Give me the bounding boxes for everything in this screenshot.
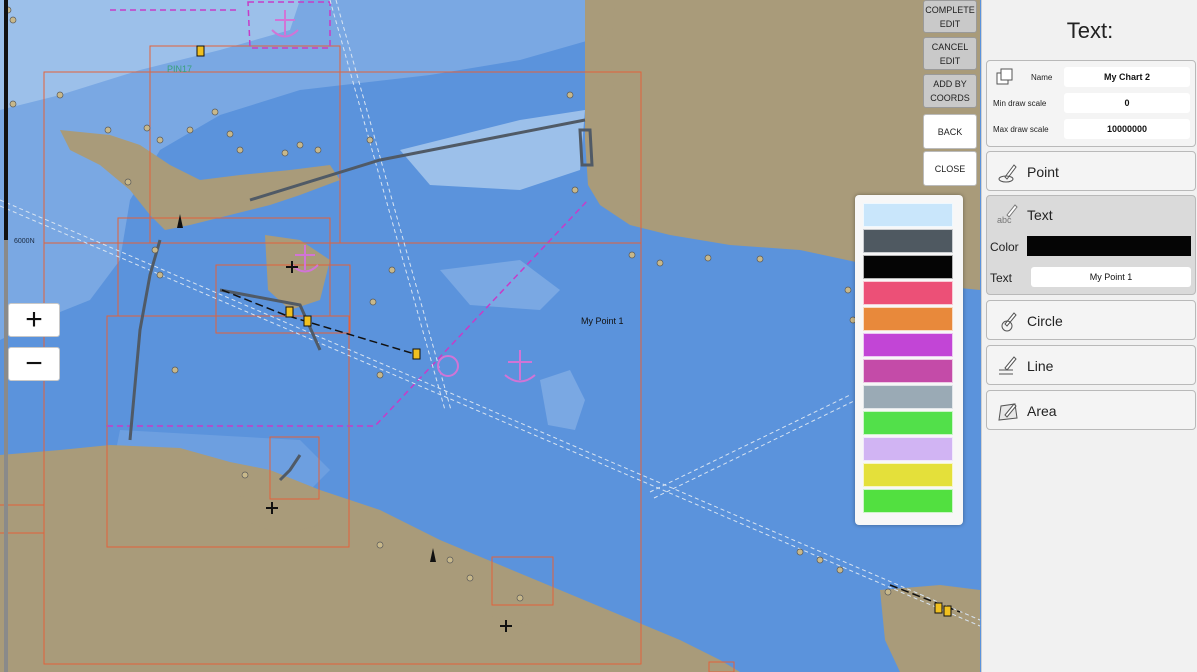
tool-area[interactable]: Area bbox=[986, 390, 1196, 430]
chart-properties-box: Name My Chart 2 Min draw scale 0 Max dra… bbox=[986, 60, 1196, 147]
point-pencil-icon bbox=[998, 164, 1017, 183]
color-swatch[interactable] bbox=[863, 307, 953, 331]
color-palette bbox=[855, 195, 963, 525]
chart-edge-bar bbox=[4, 0, 8, 240]
zoom-out-button[interactable]: − bbox=[8, 347, 60, 381]
map-annotation-text[interactable]: My Point 1 bbox=[581, 316, 624, 326]
color-swatch[interactable] bbox=[863, 385, 953, 409]
tool-point[interactable]: Point bbox=[986, 151, 1196, 191]
color-swatch[interactable] bbox=[863, 255, 953, 279]
color-swatch[interactable] bbox=[863, 437, 953, 461]
close-button[interactable]: CLOSE bbox=[923, 151, 977, 186]
svg-text:abc: abc bbox=[997, 215, 1012, 225]
zoom-in-button[interactable]: + bbox=[8, 303, 60, 337]
drawing-panel: Text: Name My Chart 2 Min draw scale 0 M… bbox=[981, 0, 1197, 672]
back-button[interactable]: BACK bbox=[923, 114, 977, 149]
line-pencil-icon bbox=[999, 356, 1017, 375]
circle-pencil-icon bbox=[1001, 312, 1017, 332]
area-pencil-icon bbox=[998, 403, 1018, 421]
max-scale-field[interactable]: 10000000 bbox=[1064, 119, 1190, 139]
tool-text-label: Text bbox=[1027, 207, 1053, 223]
pin-label: PIN17 bbox=[167, 64, 192, 74]
name-field[interactable]: My Chart 2 bbox=[1064, 67, 1190, 87]
min-scale-field[interactable]: 0 bbox=[1064, 93, 1190, 113]
color-field[interactable] bbox=[1027, 236, 1191, 256]
text-value-field[interactable]: My Point 1 bbox=[1031, 267, 1191, 287]
add-by-coords-button[interactable]: ADD BY COORDS bbox=[923, 74, 977, 108]
text-pencil-icon: abc bbox=[997, 204, 1018, 225]
tool-point-label: Point bbox=[1027, 164, 1059, 180]
name-label: Name bbox=[1031, 73, 1053, 82]
color-swatch[interactable] bbox=[863, 489, 953, 513]
tool-line[interactable]: Line bbox=[986, 345, 1196, 385]
color-label: Color bbox=[990, 240, 1019, 254]
tool-text[interactable]: abc Text Color Text My Point 1 bbox=[986, 195, 1196, 295]
complete-edit-button[interactable]: COMPLETE EDIT bbox=[923, 0, 977, 33]
layers-icon bbox=[996, 68, 1013, 85]
text-label: Text bbox=[990, 271, 1013, 285]
color-swatch[interactable] bbox=[863, 281, 953, 305]
color-swatch[interactable] bbox=[863, 463, 953, 487]
color-swatch[interactable] bbox=[863, 203, 953, 227]
max-scale-label: Max draw scale bbox=[993, 125, 1049, 134]
color-swatch[interactable] bbox=[863, 411, 953, 435]
tool-area-label: Area bbox=[1027, 403, 1057, 419]
color-swatch[interactable] bbox=[863, 229, 953, 253]
depth-label: 6000N bbox=[14, 238, 35, 245]
tool-circle-label: Circle bbox=[1027, 313, 1063, 329]
min-scale-label: Min draw scale bbox=[993, 99, 1047, 108]
panel-title: Text: bbox=[1066, 18, 1114, 43]
tool-line-label: Line bbox=[1027, 358, 1054, 374]
color-swatch[interactable] bbox=[863, 359, 953, 383]
color-swatch[interactable] bbox=[863, 333, 953, 357]
cancel-edit-button[interactable]: CANCEL EDIT bbox=[923, 37, 977, 70]
tool-circle[interactable]: Circle bbox=[986, 300, 1196, 340]
